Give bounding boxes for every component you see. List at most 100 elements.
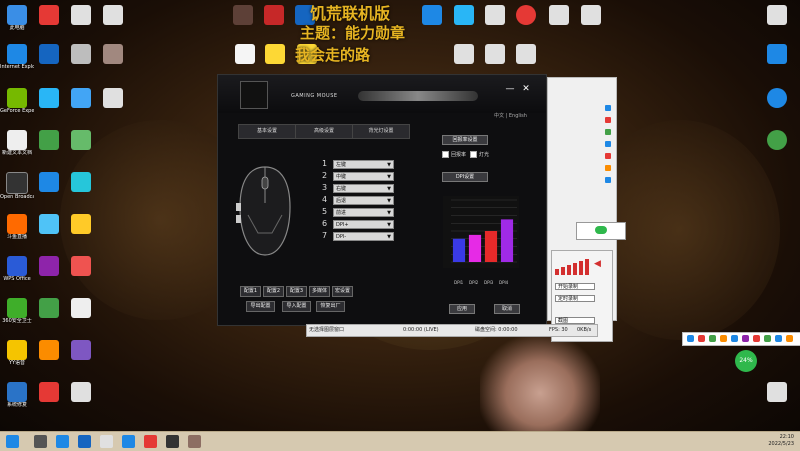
desktop-icon[interactable]: [509, 44, 543, 64]
taskbar-app-icon[interactable]: [144, 435, 157, 448]
strip-icon[interactable]: [605, 117, 611, 123]
strip-icon[interactable]: [605, 165, 611, 171]
desktop-icon[interactable]: [96, 5, 130, 25]
button-select-1[interactable]: 左键 ▼: [333, 160, 394, 169]
taskbar-app-icon[interactable]: [166, 435, 179, 448]
strip-icon[interactable]: [605, 153, 611, 159]
taskbar-app-icon[interactable]: [34, 435, 47, 448]
desktop-icon[interactable]: WPS Office: [0, 256, 34, 282]
chart-bar[interactable]: [468, 234, 482, 262]
desktop-icon[interactable]: 此电脑: [0, 5, 34, 31]
desktop-icon[interactable]: [32, 298, 66, 318]
desktop-icon[interactable]: [32, 256, 66, 276]
tray-icon[interactable]: [775, 335, 782, 342]
button-select-4[interactable]: 后退 ▼: [333, 196, 394, 205]
profile-2-button[interactable]: 配置2: [263, 286, 284, 297]
chart-bar[interactable]: [452, 238, 466, 262]
button-select-3[interactable]: 右键 ▼: [333, 184, 394, 193]
desktop-icon[interactable]: [32, 172, 66, 192]
tab-advanced[interactable]: 高级设置: [295, 124, 353, 139]
tray-icon[interactable]: [709, 335, 716, 342]
language-switch[interactable]: 中文 | English: [494, 112, 527, 119]
desktop-icon[interactable]: [32, 44, 66, 64]
tab-backlight[interactable]: 背光灯设置: [352, 124, 410, 139]
desktop-icon[interactable]: [509, 5, 543, 25]
desktop-icon[interactable]: [574, 5, 608, 25]
desktop-icon[interactable]: [64, 88, 98, 108]
tray-icon[interactable]: [698, 335, 705, 342]
desktop-icon[interactable]: [228, 44, 262, 64]
network-speed-badge[interactable]: 24%: [735, 350, 757, 372]
light-checkbox[interactable]: 灯光: [470, 151, 489, 158]
desktop-icon[interactable]: [64, 382, 98, 402]
desktop-icon[interactable]: 系统修复: [0, 382, 34, 408]
strip-icon[interactable]: [605, 129, 611, 135]
desktop-icon[interactable]: [32, 340, 66, 360]
desktop-icon[interactable]: [542, 5, 576, 25]
desktop-icon[interactable]: [760, 130, 794, 150]
desktop-icon[interactable]: [32, 382, 66, 402]
desktop-icon[interactable]: [64, 214, 98, 234]
multimedia-button[interactable]: 多媒体: [309, 286, 330, 297]
desktop-icon[interactable]: [258, 44, 292, 64]
desktop-icon[interactable]: [96, 88, 130, 108]
desktop-icon[interactable]: [96, 44, 130, 64]
tray-icon[interactable]: [731, 335, 738, 342]
button-select-5[interactable]: 前进 ▼: [333, 208, 394, 217]
desktop-icon[interactable]: [415, 5, 449, 25]
desktop-icon[interactable]: [32, 130, 66, 150]
strip-icon[interactable]: [605, 177, 611, 183]
desktop-icon[interactable]: [64, 298, 98, 318]
strip-icon[interactable]: [605, 141, 611, 147]
desktop-icon[interactable]: [760, 88, 794, 108]
profile-3-button[interactable]: 配置3: [286, 286, 307, 297]
speaker-icon[interactable]: ◀: [594, 259, 604, 269]
taskbar-app-icon[interactable]: [122, 435, 135, 448]
desktop-icon[interactable]: [64, 172, 98, 192]
apply-button[interactable]: 应用: [449, 304, 475, 314]
toggle[interactable]: [595, 226, 607, 234]
macro-button[interactable]: 宏设置: [332, 286, 353, 297]
taskbar-clock[interactable]: 22:10 2022/5/23: [768, 434, 794, 448]
desktop-icon[interactable]: [64, 130, 98, 150]
taskbar-app-icon[interactable]: [78, 435, 91, 448]
desktop-icon[interactable]: [32, 88, 66, 108]
screenshot-button[interactable]: 截图: [555, 317, 595, 324]
start-record-button[interactable]: 开始录制: [555, 283, 595, 290]
tray-icon[interactable]: [742, 335, 749, 342]
desktop-icon[interactable]: [447, 5, 481, 25]
desktop-icon[interactable]: 斗鱼直播: [0, 214, 34, 240]
start-icon[interactable]: [6, 435, 19, 448]
tray-icon[interactable]: [687, 335, 694, 342]
export-config-button[interactable]: 导出配置: [246, 301, 275, 312]
minimize-button[interactable]: —: [504, 83, 516, 95]
desktop-icon[interactable]: [478, 5, 512, 25]
tray-icon[interactable]: [720, 335, 727, 342]
tab-basic[interactable]: 基本设置: [238, 124, 296, 139]
chart-bar[interactable]: [500, 219, 514, 262]
desktop-icon[interactable]: YY语音: [0, 340, 34, 366]
desktop-icon[interactable]: [478, 44, 512, 64]
profile-1-button[interactable]: 配置1: [240, 286, 261, 297]
desktop-icon[interactable]: [257, 5, 291, 25]
button-select-2[interactable]: 中键 ▼: [333, 172, 394, 181]
desktop-icon[interactable]: [226, 5, 260, 25]
report-rate-checkbox[interactable]: 回报率: [442, 151, 466, 158]
report-rate-button[interactable]: 回报率设置: [442, 135, 488, 145]
close-button[interactable]: ✕: [520, 83, 532, 95]
desktop-icon[interactable]: [64, 340, 98, 360]
dpi-settings-button[interactable]: DPI设置: [442, 172, 488, 182]
desktop-icon[interactable]: [32, 214, 66, 234]
import-config-button[interactable]: 导入配置: [282, 301, 311, 312]
desktop-icon[interactable]: [760, 382, 794, 402]
desktop-icon[interactable]: [64, 5, 98, 25]
taskbar-app-icon[interactable]: [100, 435, 113, 448]
desktop-icon[interactable]: GeForce Experience: [0, 88, 34, 114]
tray-icon[interactable]: [764, 335, 771, 342]
button-select-6[interactable]: DPI+ ▼: [333, 220, 394, 229]
desktop-icon[interactable]: [760, 44, 794, 64]
factory-reset-button[interactable]: 恢复出厂: [316, 301, 345, 312]
tray-icon[interactable]: [786, 335, 793, 342]
desktop-icon[interactable]: [64, 44, 98, 64]
strip-icon[interactable]: [605, 105, 611, 111]
